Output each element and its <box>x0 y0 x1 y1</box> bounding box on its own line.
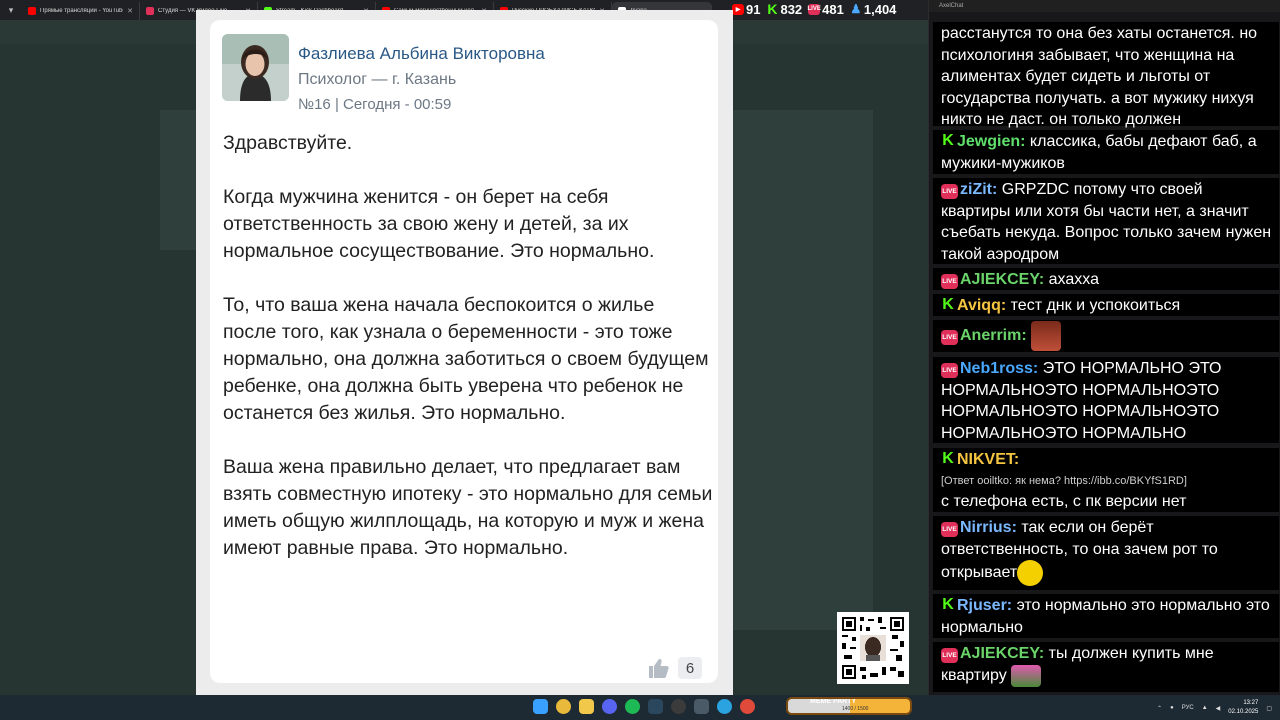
vk-live-icon: LIVE <box>941 648 958 663</box>
language-indicator[interactable]: РУС <box>1182 705 1194 711</box>
chat-username[interactable]: Anerrim: <box>960 327 1027 344</box>
kick-icon: K <box>767 1 778 17</box>
system-tray: ⌃ ● РУС ▲ ◀ 13:27 02.10.2025 ▢ <box>1157 697 1272 719</box>
clock-date: 02.10.2025 <box>1228 709 1259 715</box>
vk-live-icon: LIVE <box>941 184 958 199</box>
chat-message: K NIKVET: [Ответ ooiltko: як нема? https:… <box>933 448 1279 512</box>
kick-viewer-count: K 832 <box>767 1 803 17</box>
author-name[interactable]: Фазлиева Альбина Викторовна <box>298 44 545 64</box>
emote-image <box>1031 321 1062 351</box>
network-icon[interactable]: ▲ <box>1202 705 1208 711</box>
author-role: Психолог — г. Казань <box>298 71 457 88</box>
meme-progress-text: 1400 / 1500 <box>842 706 869 712</box>
chat-username[interactable]: Neb1ross: <box>960 360 1038 377</box>
chat-message: LIVE Nirrius: так если он берёт ответстве… <box>933 516 1279 590</box>
chat-username[interactable]: Nirrius: <box>960 519 1017 536</box>
chat-username[interactable]: AJIEKCEY: <box>960 271 1044 288</box>
chat-message: LIVE Anerrim: <box>933 320 1279 352</box>
chevron-up-icon[interactable]: ⌃ <box>1157 705 1162 712</box>
meme-party-progress: MEME PARTY 1400 / 1500 <box>786 697 912 715</box>
chat-message: расстанутся то она без хаты останется. н… <box>933 22 1279 128</box>
vk-live-icon: LIVE <box>941 363 958 378</box>
emote-image <box>1011 664 1042 687</box>
chat-message-text: тест днк и успокоиться <box>1010 297 1181 314</box>
total-viewer-count: ♟ 1,404 <box>850 1 897 17</box>
clock-time: 13:27 <box>1243 700 1259 706</box>
chat-username[interactable]: AJIEKCEY: <box>960 645 1044 662</box>
chat-message-text: расстанутся то она без хаты останется. н… <box>941 25 1258 128</box>
spotify-icon[interactable] <box>625 699 640 714</box>
message-paragraph: Здравствуйте. <box>223 132 353 154</box>
chat-message-text: ахахха <box>1048 271 1099 288</box>
microphone-icon[interactable]: ● <box>1170 705 1174 711</box>
youtube-icon: ▶ <box>732 3 744 15</box>
chat-message: LIVE AJIEKCEY: ты должен купить мне кварт… <box>933 642 1279 692</box>
kick-icon: K <box>942 296 954 313</box>
chat-username[interactable]: Rjuser: <box>957 597 1012 614</box>
taskbar <box>0 695 1280 720</box>
vk-live-icon: LIVE <box>808 3 821 15</box>
telegram-icon[interactable] <box>717 699 732 714</box>
explorer-icon[interactable] <box>579 699 594 714</box>
chat-panel: AxelChat расстанутся то она без хаты ост… <box>928 0 1280 695</box>
meme-title: MEME PARTY <box>810 698 857 705</box>
chat-message-text: с телефона есть, с пк версии нет <box>941 492 1187 510</box>
volume-icon[interactable]: ◀ <box>1216 705 1221 712</box>
author-avatar <box>222 34 289 101</box>
message-card-container: Фазлиева Альбина Викторовна Психолог — г… <box>196 10 733 695</box>
background-sidebar <box>160 110 196 250</box>
background-panel <box>733 110 873 630</box>
browser-icon[interactable] <box>740 699 755 714</box>
youtube-viewer-count: ▶ 91 <box>732 2 760 17</box>
chat-username[interactable]: Aviqq: <box>957 297 1006 314</box>
vk-viewer-count: LIVE 481 <box>807 1 844 17</box>
chat-message: K Aviqq: тест днк и успокоиться <box>933 294 1279 316</box>
message-paragraph: Когда мужчина женится - он берет на себя… <box>223 186 655 262</box>
chat-message: LIVE Neb1ross: ЭТО НОРМАЛЬНО ЭТО НОРМАЛЬН… <box>933 357 1279 443</box>
notifications-icon[interactable]: ▢ <box>1266 705 1272 712</box>
vk-live-icon: LIVE <box>941 522 958 537</box>
youtube-icon <box>28 7 36 15</box>
chat-message: K Jewgien: классика, бабы дефают баб, а м… <box>933 130 1279 174</box>
windows-start-icon[interactable] <box>533 699 548 714</box>
chat-username[interactable]: Jewgien: <box>957 133 1025 150</box>
chat-message: LIVE ziZit: GRPZDC потому что своей кварт… <box>933 178 1279 264</box>
vk-live-icon: LIVE <box>941 274 958 289</box>
person-icon: ♟ <box>850 2 862 16</box>
kick-icon: K <box>942 596 954 613</box>
qr-code <box>837 612 909 684</box>
smile-emote <box>1017 560 1044 586</box>
clock[interactable]: 13:27 02.10.2025 <box>1228 699 1258 717</box>
chat-message: K Rjuser: это нормально это нормально это… <box>933 594 1279 638</box>
stream-counters: ▶ 91 K 832 LIVE 481 ♟ 1,404 <box>728 0 928 18</box>
chat-username[interactable]: ziZit: <box>960 181 997 198</box>
app-icon[interactable] <box>694 699 709 714</box>
tab-list-icon[interactable]: ▾ <box>0 0 22 20</box>
message-meta: №16 | Сегодня - 00:59 <box>298 96 452 113</box>
discord-icon[interactable] <box>602 699 617 714</box>
vk-icon <box>146 7 154 15</box>
obs-icon[interactable] <box>671 699 686 714</box>
chat-message: LIVE AJIEKCEY: ахахха <box>933 268 1279 290</box>
kick-icon: K <box>942 450 954 467</box>
chat-reply-quote: [Ответ ooiltko: як нема? https://ibb.co/… <box>941 474 1187 487</box>
browser-tab[interactable]: Прямые трансляции - YouTube ✕ <box>22 2 140 20</box>
message-body: Здравствуйте. Когда мужчина женится - он… <box>223 130 713 589</box>
message-card: Фазлиева Альбина Викторовна Психолог — г… <box>210 20 718 683</box>
thumbs-up-icon[interactable] <box>647 657 669 679</box>
kick-icon: K <box>942 132 954 149</box>
chat-window-title: AxelChat <box>929 0 1280 12</box>
message-paragraph: То, что ваша жена начала беспокоится о ж… <box>223 294 709 424</box>
message-paragraph: Ваша жена правильно делает, что предлага… <box>223 456 713 559</box>
steam-icon[interactable] <box>648 699 663 714</box>
chrome-icon[interactable] <box>556 699 571 714</box>
chat-username[interactable]: NIKVET: <box>957 451 1019 468</box>
vk-live-icon: LIVE <box>941 330 958 346</box>
close-tab-icon[interactable]: ✕ <box>127 7 133 15</box>
like-count[interactable]: 6 <box>678 657 702 679</box>
